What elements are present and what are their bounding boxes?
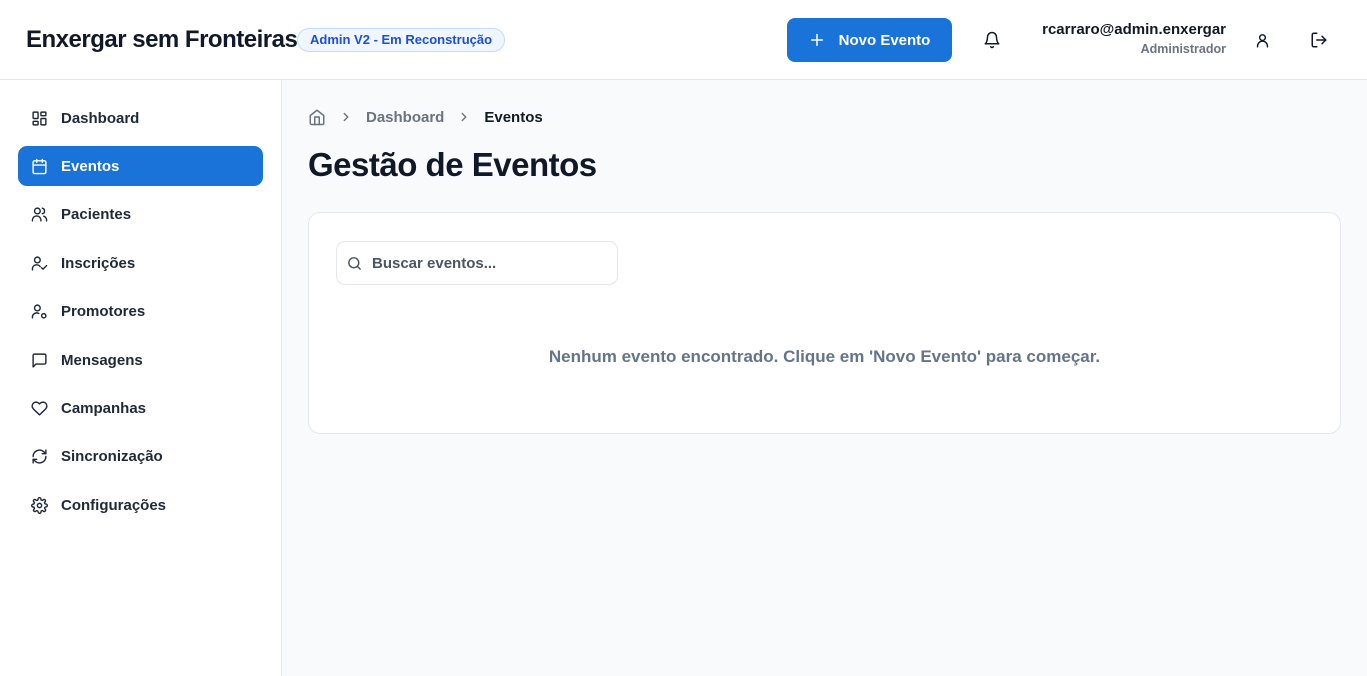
sidebar-item-label: Dashboard: [61, 109, 140, 127]
gear-icon: [31, 496, 48, 514]
user-role: Administrador: [1140, 42, 1226, 56]
sidebar-item-mensagens[interactable]: Mensagens: [18, 340, 263, 380]
plus-icon: [810, 33, 823, 47]
breadcrumb-dashboard[interactable]: Dashboard: [366, 109, 444, 126]
profile-button[interactable]: [1247, 25, 1277, 55]
sidebar-item-label: Inscrições: [61, 254, 136, 272]
page-title: Gestão de Eventos: [308, 146, 597, 183]
sidebar-item-promotores[interactable]: Promotores: [18, 291, 263, 331]
sidebar-item-eventos[interactable]: Eventos: [18, 146, 263, 186]
main-content: Dashboard Eventos Gestão de Eventos Nenh…: [282, 80, 1367, 676]
app-title: Enxergar sem Fronteiras: [26, 26, 298, 53]
version-badge: Admin V2 - Em Reconstrução: [297, 28, 506, 52]
breadcrumb-separator: [339, 110, 353, 124]
search-icon: [348, 256, 361, 270]
empty-state-message: Nenhum evento encontrado. Clique em 'Nov…: [548, 347, 1101, 366]
breadcrumb: Dashboard Eventos: [308, 108, 543, 126]
sidebar-item-dashboard[interactable]: Dashboard: [18, 98, 263, 138]
logout-icon: [1311, 32, 1327, 48]
sidebar-item-label: Eventos: [61, 157, 120, 175]
dashboard-icon: [32, 110, 47, 126]
sidebar-item-label: Campanhas: [61, 399, 147, 417]
sidebar-item-label: Mensagens: [61, 351, 143, 369]
user-info: rcarraro@admin.enxergar Administrador: [1042, 21, 1226, 56]
home-icon: [309, 109, 325, 126]
sidebar: Dashboard Eventos Pacientes Inscrições P…: [0, 80, 282, 676]
breadcrumb-separator: [457, 110, 471, 124]
sidebar-item-inscricoes[interactable]: Inscrições: [18, 243, 263, 283]
sidebar-item-label: Promotores: [61, 302, 146, 320]
new-event-label: Novo Evento: [838, 31, 931, 49]
bell-icon: [984, 31, 1000, 49]
notifications-button[interactable]: [977, 25, 1007, 55]
logout-button[interactable]: [1304, 25, 1334, 55]
search-input[interactable]: [372, 254, 592, 272]
sidebar-item-label: Pacientes: [61, 205, 132, 223]
chevron-right-icon: [461, 112, 467, 122]
user-cog-icon: [31, 303, 47, 319]
top-header: Enxergar sem Fronteiras Admin V2 - Em Re…: [0, 0, 1367, 80]
sidebar-item-label: Sincronização: [61, 447, 163, 465]
events-card: Nenhum evento encontrado. Clique em 'Nov…: [308, 212, 1341, 434]
breadcrumb-current: Eventos: [484, 108, 543, 126]
sidebar-item-label: Configurações: [61, 496, 167, 514]
chevron-right-icon: [343, 112, 349, 122]
user-check-icon: [31, 255, 48, 271]
sidebar-item-campanhas[interactable]: Campanhas: [18, 388, 263, 428]
new-event-button[interactable]: Novo Evento: [787, 18, 952, 62]
refresh-icon: [32, 448, 47, 464]
breadcrumb-home[interactable]: [308, 108, 326, 126]
users-icon: [31, 206, 48, 222]
heart-icon: [31, 400, 48, 416]
calendar-icon: [32, 158, 47, 174]
message-icon: [32, 352, 47, 368]
user-email: rcarraro@admin.enxergar: [1042, 21, 1226, 38]
search-box: [336, 241, 618, 285]
sidebar-item-pacientes[interactable]: Pacientes: [18, 194, 263, 234]
sidebar-item-configuracoes[interactable]: Configurações: [18, 485, 263, 525]
user-icon: [1256, 33, 1268, 48]
sidebar-item-sincronizacao[interactable]: Sincronização: [18, 436, 263, 476]
